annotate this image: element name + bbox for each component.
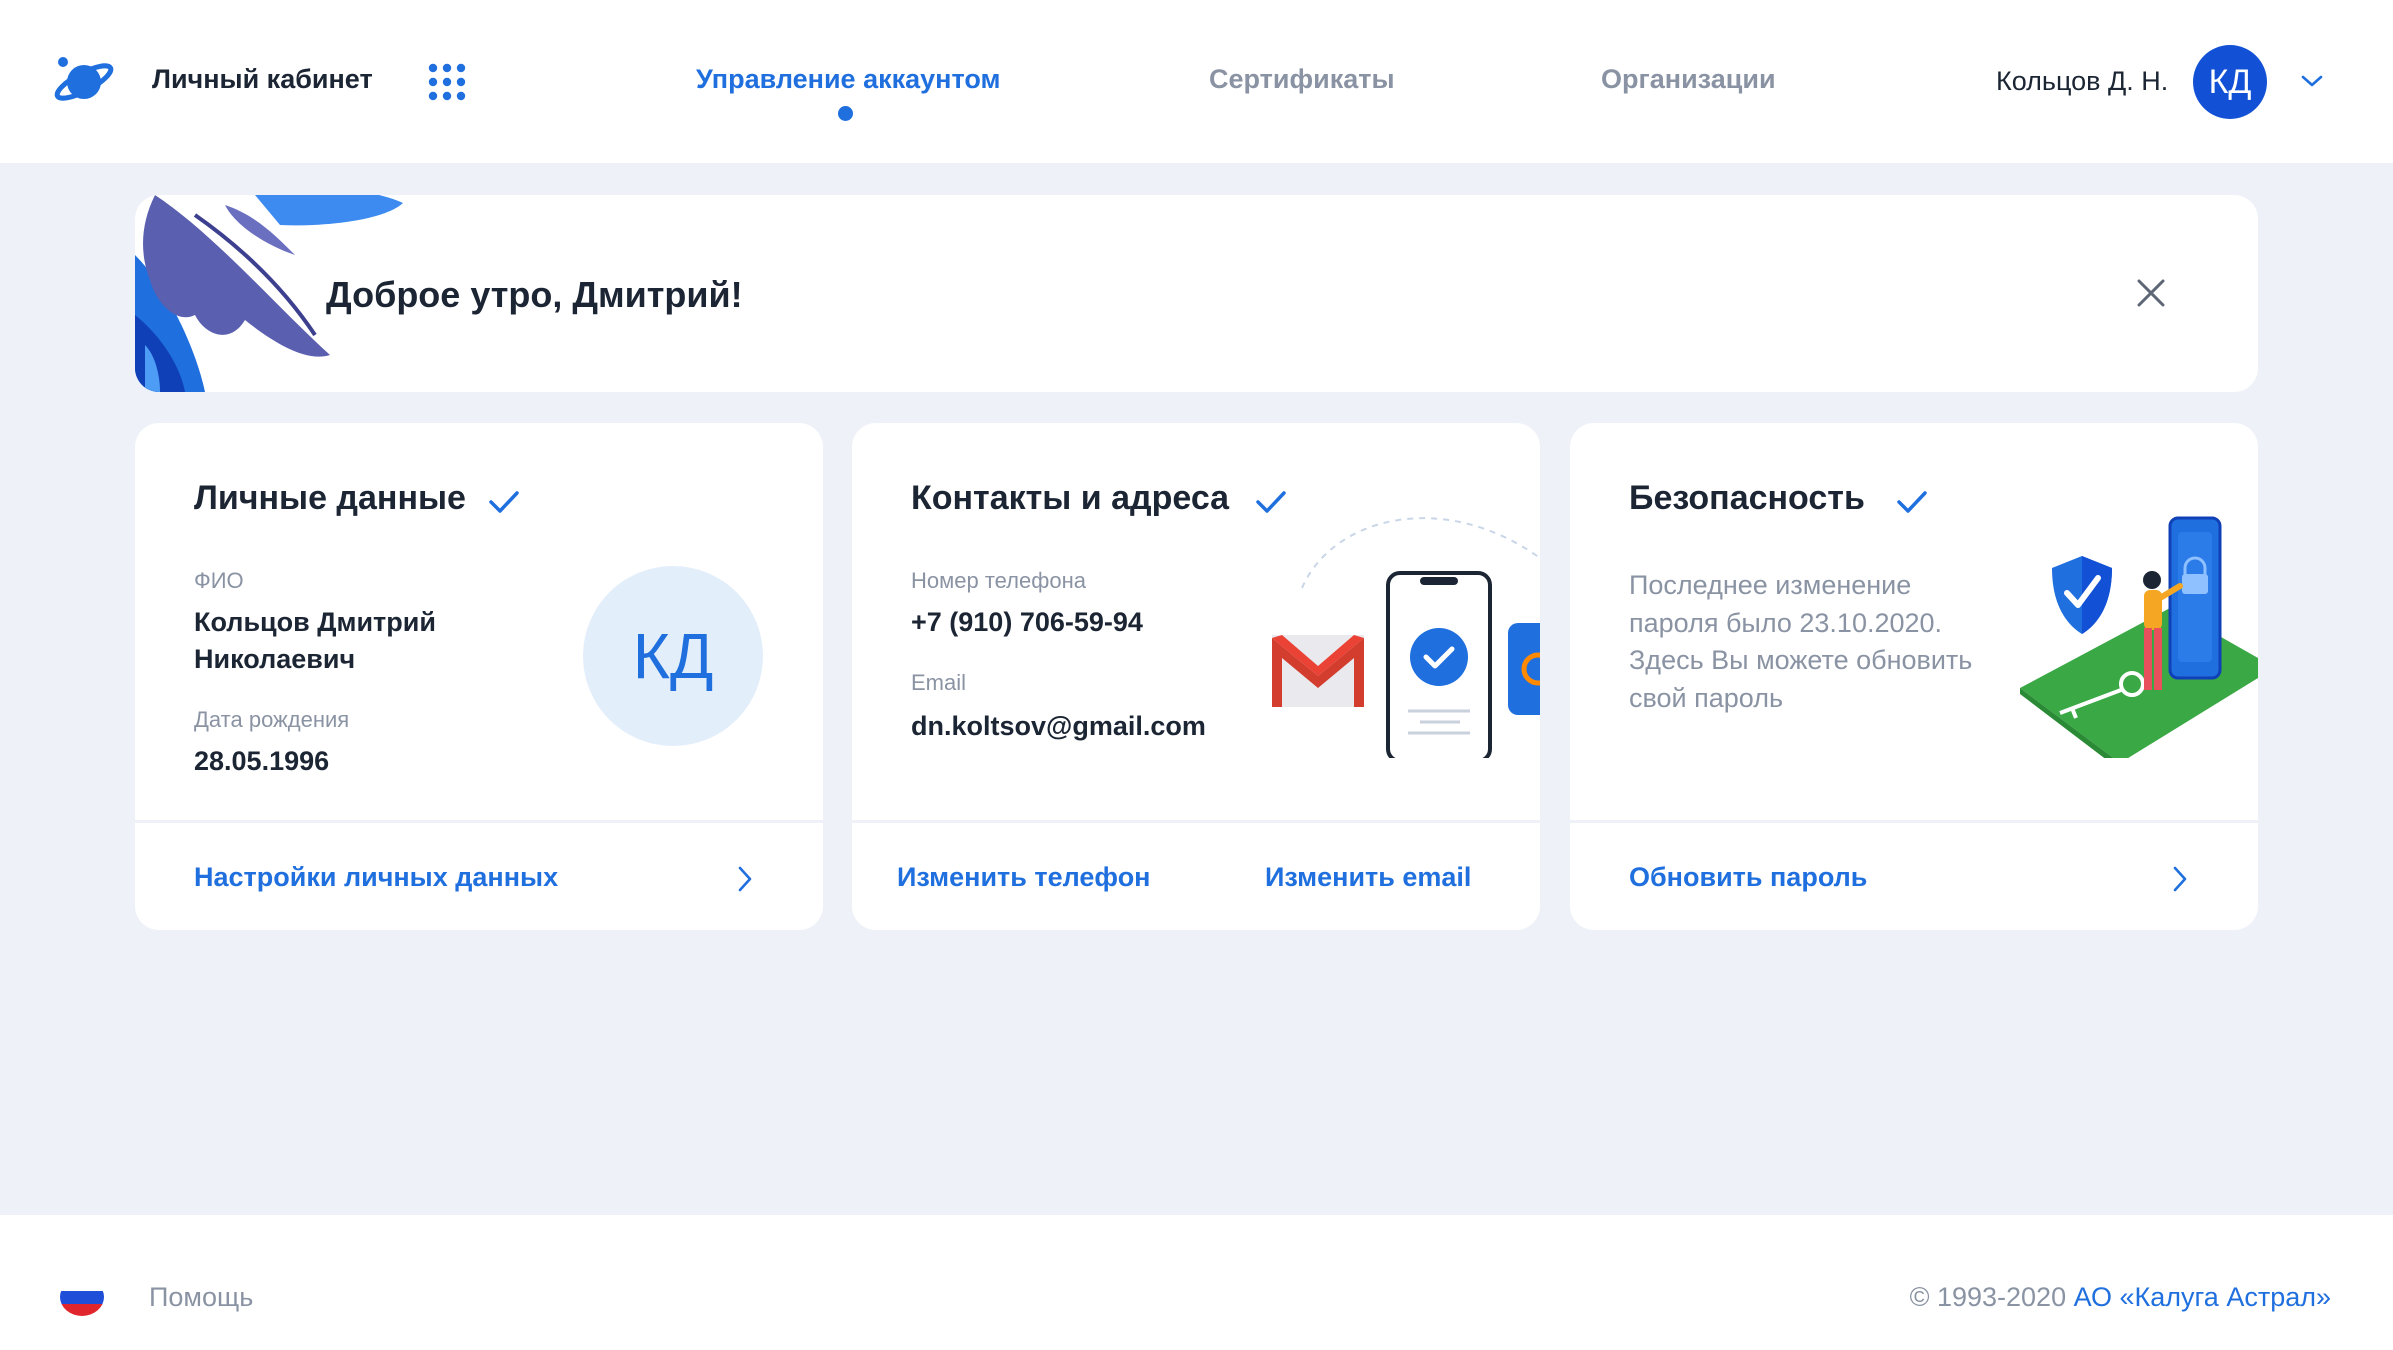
chevron-right-icon[interactable] bbox=[2170, 864, 2190, 894]
card-title: Безопасность bbox=[1629, 479, 1865, 517]
chevron-down-icon[interactable] bbox=[2299, 72, 2325, 90]
russia-flag-icon[interactable] bbox=[60, 1278, 104, 1316]
user-avatar[interactable]: КД bbox=[2193, 45, 2267, 119]
email-label: Email bbox=[911, 670, 967, 695]
grid-icon[interactable] bbox=[428, 63, 466, 101]
security-description: Последнее изменение пароля было 23.10.20… bbox=[1629, 570, 1973, 713]
top-bar: Личный кабинет Управление аккаунтом Серт… bbox=[0, 0, 2393, 163]
tab-certificates[interactable]: Сертификаты bbox=[1209, 64, 1395, 95]
fio-value-line2: Николаевич bbox=[194, 644, 356, 674]
company-link[interactable]: АО «Калуга Астрал» bbox=[2074, 1282, 2331, 1312]
profile-avatar: КД bbox=[583, 566, 763, 746]
chevron-right-icon[interactable] bbox=[735, 864, 755, 894]
divider bbox=[1570, 820, 2258, 823]
birth-date-label: Дата рождения bbox=[194, 707, 350, 732]
check-icon bbox=[1897, 491, 1927, 513]
change-email-link[interactable]: Изменить email bbox=[1265, 862, 1471, 893]
active-tab-indicator bbox=[838, 106, 853, 121]
card-title: Контакты и адреса bbox=[911, 479, 1230, 517]
help-link[interactable]: Помощь bbox=[149, 1282, 253, 1313]
copyright-years: © 1993-2020 bbox=[1909, 1282, 2067, 1312]
phone-mail-illustration-icon bbox=[1272, 517, 1540, 758]
contacts-card: Контакты и адреса Номер телефона +7 (910… bbox=[852, 423, 1540, 930]
footer: Помощь © 1993-2020 АО «Калуга Астрал» bbox=[0, 1215, 2393, 1350]
phone-label: Номер телефона bbox=[911, 568, 1086, 593]
personal-settings-link[interactable]: Настройки личных данных bbox=[194, 862, 558, 893]
security-shield-illustration-icon bbox=[2020, 516, 2258, 758]
greeting-banner: Доброе утро, Дмитрий! bbox=[135, 195, 2258, 392]
personal-data-card: Личные данные ФИО Кольцов Дмитрий Никола… bbox=[135, 423, 823, 930]
fio-label: ФИО bbox=[194, 568, 244, 593]
email-value: dn.koltsov@gmail.com bbox=[911, 711, 1206, 741]
fio-value-line1: Кольцов Дмитрий bbox=[194, 607, 436, 637]
app-title: Личный кабинет bbox=[152, 64, 373, 94]
divider bbox=[852, 820, 1540, 823]
phone-value: +7 (910) 706-59-94 bbox=[911, 607, 1143, 637]
user-name[interactable]: Кольцов Д. Н. bbox=[1996, 66, 2168, 97]
planet-logo-icon[interactable] bbox=[52, 50, 118, 110]
copyright: © 1993-2020 АО «Калуга Астрал» bbox=[1910, 1282, 2331, 1313]
tab-account-management[interactable]: Управление аккаунтом bbox=[696, 64, 1000, 95]
check-icon bbox=[489, 491, 519, 513]
greeting-text: Доброе утро, Дмитрий! bbox=[326, 274, 743, 315]
tab-organizations[interactable]: Организации bbox=[1601, 64, 1776, 95]
update-password-link[interactable]: Обновить пароль bbox=[1629, 862, 1867, 893]
divider bbox=[135, 820, 823, 823]
birth-date-value: 28.05.1996 bbox=[194, 746, 330, 776]
close-icon[interactable] bbox=[2135, 277, 2167, 309]
change-phone-link[interactable]: Изменить телефон bbox=[897, 862, 1151, 893]
card-title: Личные данные bbox=[194, 479, 466, 517]
security-card: Безопасность Последнее изменение пароля … bbox=[1570, 423, 2258, 930]
